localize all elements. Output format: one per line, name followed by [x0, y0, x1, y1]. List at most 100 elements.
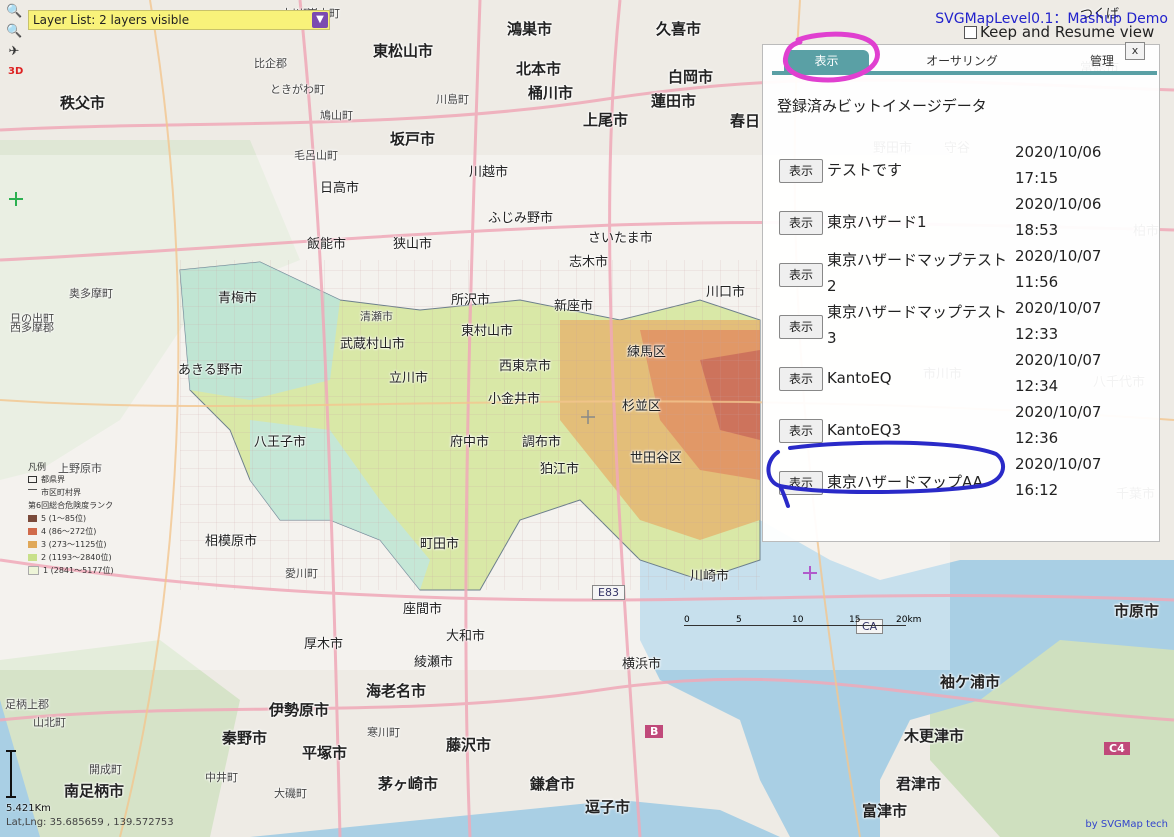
map-place-label: 南足柄市	[64, 782, 125, 800]
scale-value: 5.421Km	[6, 803, 51, 814]
scale-indicator	[6, 750, 16, 798]
legend-row: 4 (86～272位)	[28, 525, 138, 538]
date-text: 2020/10/06	[1015, 143, 1102, 161]
show-button[interactable]: 表示	[779, 367, 823, 391]
scale-tick: 10	[792, 615, 804, 625]
date-text: 2020/10/07	[1015, 455, 1102, 473]
gps-icon[interactable]: ✈	[6, 44, 22, 60]
map-place-label: 川口市	[706, 285, 746, 300]
date-text: 2020/10/07	[1015, 403, 1102, 421]
bitimage-date: 2020/10/07 12:33	[1015, 295, 1145, 347]
zoom-in-icon[interactable]: 🔍	[6, 4, 22, 20]
map-place-label: 山北町	[33, 716, 66, 729]
bitimage-date: 2020/10/06 17:15	[1015, 139, 1145, 191]
map-place-label: 武蔵村山市	[340, 337, 406, 352]
panel-heading: 登録済みビットイメージデータ	[777, 97, 987, 115]
map-scale-bar: 0 5 10 15 20km	[684, 615, 921, 645]
map-place-label: さいたま市	[588, 231, 653, 246]
map-place-label: 狛江市	[540, 462, 580, 477]
date-text: 2020/10/07	[1015, 247, 1102, 265]
map-place-label: 座間市	[403, 602, 443, 617]
list-item: 表示 東京ハザード1 2020/10/06 18:53	[779, 195, 1149, 249]
map-place-label: 川崎市	[690, 569, 730, 584]
map-place-label: 練馬区	[627, 345, 667, 360]
map-place-label: 中井町	[205, 771, 238, 784]
latlng-readout: Lat,Lng: 35.685659 , 139.572753	[6, 817, 174, 828]
chevron-down-icon[interactable]: ▼	[312, 12, 328, 28]
layer-list-select[interactable]: Layer List: 2 layers visible ▼	[28, 10, 330, 30]
map-place-label: 海老名市	[366, 682, 427, 700]
scale-tick: 0	[684, 615, 690, 625]
keep-view-label: Keep and Resume view	[980, 23, 1155, 41]
map-place-label: 秩父市	[60, 94, 106, 112]
scale-tick: 20km	[896, 615, 922, 625]
layer-list-label: Layer List: 2 layers visible	[33, 13, 190, 27]
map-place-label: 白岡市	[668, 68, 714, 86]
map-place-label: 北本市	[516, 60, 562, 78]
show-button[interactable]: 表示	[779, 471, 823, 495]
map-place-label: 鎌倉市	[530, 775, 576, 793]
map-place-label: 平塚市	[302, 744, 348, 762]
scale-tick: 5	[736, 615, 742, 625]
3d-badge[interactable]: 3D	[8, 66, 23, 77]
map-place-label: 逗子市	[585, 798, 631, 816]
map-place-label: 市原市	[1114, 602, 1160, 620]
map-place-label: 清瀬市	[360, 310, 393, 323]
keep-view-checkbox[interactable]: Keep and Resume view	[964, 23, 1154, 41]
map-place-label: 杉並区	[622, 399, 662, 414]
map-place-label: 日高市	[320, 181, 360, 196]
close-button[interactable]: x	[1125, 42, 1145, 60]
map-place-label: 川島町	[436, 93, 469, 106]
credit-link[interactable]: by SVGMap tech	[1085, 819, 1168, 830]
legend-title: 凡例	[28, 463, 47, 473]
bitimage-name: KantoEQ	[827, 369, 892, 387]
bitimage-date: 2020/10/07 12:34	[1015, 347, 1145, 399]
show-button[interactable]: 表示	[779, 211, 823, 235]
scale-line	[684, 625, 906, 626]
map-place-label: 厚木市	[304, 637, 344, 652]
list-item: 表示 東京ハザードマップテスト3 2020/10/07 12:33	[779, 299, 1149, 353]
map-place-label: 所沢市	[451, 293, 491, 308]
map-place-label: 鴻巣市	[507, 20, 553, 38]
road-shield-e83: E83	[592, 585, 625, 600]
bitimage-panel: 表示 オーサリング 管理 x 登録済みビットイメージデータ 表示 テストです 202…	[762, 42, 1160, 542]
map-place-label: 志木市	[569, 255, 609, 270]
zoom-out-icon[interactable]: 🔍	[6, 24, 22, 40]
show-button[interactable]: 表示	[779, 263, 823, 287]
map-place-label: 蓮田市	[651, 92, 697, 110]
map-place-label: ふじみ野市	[488, 211, 554, 226]
map-place-label: 奥多摩町	[69, 287, 113, 300]
scale-tick: 15	[849, 615, 861, 625]
show-button[interactable]: 表示	[779, 159, 823, 183]
legend-row: 市区町村界	[28, 486, 138, 499]
date-text: 2020/10/07	[1015, 351, 1102, 369]
bitimage-name: KantoEQ3	[827, 421, 902, 439]
bitimage-date: 2020/10/07 12:36	[1015, 399, 1145, 451]
map-place-label: 愛川町	[285, 567, 318, 580]
map-place-label: 調布市	[522, 435, 562, 450]
map-place-label: あきる野市	[178, 363, 243, 378]
map-place-label: 茅ヶ崎市	[378, 775, 439, 793]
map-place-label: 東村山市	[461, 324, 514, 339]
map-place-label: 毛呂山町	[294, 149, 338, 162]
date-text: 2020/10/07	[1015, 299, 1102, 317]
tab-display[interactable]: 表示	[784, 50, 869, 72]
bitimage-name: 東京ハザードマップAA	[827, 473, 983, 491]
map-place-label: 西東京市	[499, 359, 552, 374]
show-button[interactable]: 表示	[779, 315, 823, 339]
map-place-label: 東松山市	[373, 42, 434, 60]
map-place-label: 比企郡	[254, 57, 287, 70]
map-place-label: 木更津市	[904, 727, 965, 745]
bitimage-name: 東京ハザードマップテスト3	[827, 303, 1008, 347]
map-place-label: 久喜市	[656, 20, 702, 38]
tab-underline	[772, 71, 1157, 75]
map-place-label: ときがわ町	[270, 83, 325, 96]
legend-row: 1 (2841～5177位)	[28, 564, 138, 577]
show-button[interactable]: 表示	[779, 419, 823, 443]
list-item: 表示 KantoEQ3 2020/10/07 12:36	[779, 403, 1149, 457]
checkbox-icon[interactable]	[964, 25, 977, 39]
tab-authoring[interactable]: オーサリング	[892, 50, 1032, 72]
time-text: 16:12	[1015, 481, 1059, 499]
time-text: 12:33	[1015, 325, 1059, 343]
map-place-label: 秦野市	[222, 729, 268, 747]
